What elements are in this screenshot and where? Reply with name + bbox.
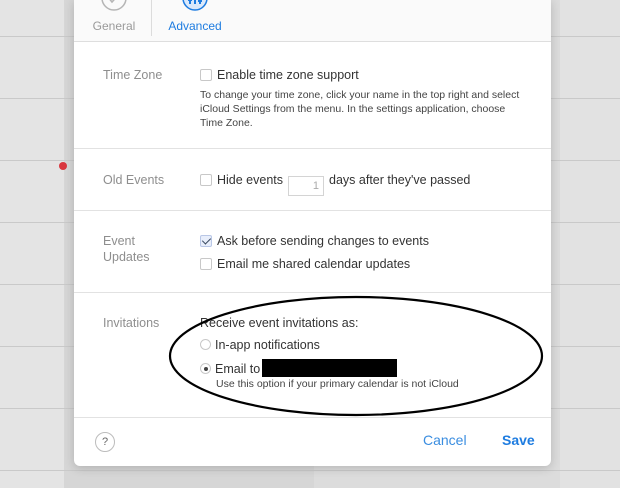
email-hint: Use this option if your primary calendar… [216, 378, 459, 390]
cancel-button[interactable]: Cancel [423, 432, 467, 448]
preferences-toolbar: General Advanced [74, 0, 551, 42]
dialog-footer: ? Cancel Save [74, 418, 551, 466]
email-shared-updates-option: Email me shared calendar updates [200, 256, 410, 272]
tab-advanced-label: Advanced [168, 19, 222, 33]
advanced-gear-icon [182, 0, 208, 11]
hide-events-checkbox[interactable] [200, 174, 212, 186]
email-to-radio[interactable] [200, 363, 211, 374]
old-events-label: Old Events [103, 173, 165, 187]
redacted-email-block [262, 359, 398, 377]
ask-before-sending-option: Ask before sending changes to events [200, 233, 429, 249]
email-to-option: Email to [200, 359, 398, 377]
help-button[interactable]: ? [95, 432, 115, 452]
event-updates-label: Event Updates [103, 233, 150, 265]
old-events-section: Old Events Hide events 1 days after they'v… [74, 149, 551, 211]
tab-general-label: General [92, 19, 136, 33]
email-shared-updates-checkbox[interactable] [200, 258, 212, 270]
invitations-heading: Receive event invitations as: [200, 316, 359, 330]
in-app-notifications-option: In-app notifications [200, 337, 320, 353]
old-events-option: Hide events 1 days after they've passed [200, 172, 471, 196]
ask-before-sending-label: Ask before sending changes to events [217, 234, 429, 248]
time-zone-label: Time Zone [103, 68, 163, 82]
time-zone-option: Enable time zone support [200, 67, 359, 83]
time-zone-checkbox[interactable] [200, 69, 212, 81]
tab-advanced[interactable]: Advanced [162, 0, 228, 42]
time-zone-checkbox-label: Enable time zone support [217, 68, 359, 82]
ask-before-sending-checkbox[interactable] [200, 235, 212, 247]
preferences-dialog: General Advanced Time Zone Enable time z… [74, 0, 551, 466]
email-to-label: Email to [215, 362, 261, 376]
hide-events-label: Hide events [217, 173, 284, 187]
invitations-section: Invitations Receive event invitations as… [74, 293, 551, 418]
event-updates-label-line2: Updates [103, 250, 150, 264]
save-button[interactable]: Save [502, 432, 535, 448]
days-suffix-label: days after they've passed [329, 173, 471, 187]
time-zone-section: Time Zone Enable time zone support To ch… [74, 42, 551, 149]
in-app-notifications-label: In-app notifications [215, 338, 320, 352]
calendar-gridline [0, 470, 620, 471]
checkmark-circle-icon [101, 0, 127, 11]
calendar-column-right [560, 0, 620, 488]
invitations-label: Invitations [103, 316, 160, 330]
days-input[interactable]: 1 [288, 176, 325, 196]
calendar-column-left [0, 0, 64, 488]
email-shared-updates-label: Email me shared calendar updates [217, 257, 411, 271]
event-updates-label-line1: Event [103, 234, 135, 248]
current-time-indicator [59, 162, 67, 170]
tab-divider [151, 0, 152, 36]
event-updates-section: Event Updates Ask before sending changes… [74, 211, 551, 293]
tab-general[interactable]: General [88, 0, 140, 42]
in-app-notifications-radio[interactable] [200, 339, 211, 350]
time-zone-description: To change your time zone, click your nam… [200, 89, 520, 129]
